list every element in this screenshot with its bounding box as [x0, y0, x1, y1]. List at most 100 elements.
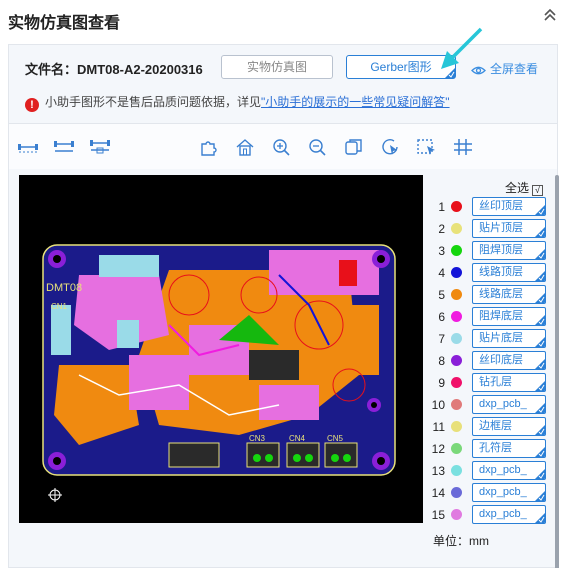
layer-toggle-button[interactable]: 线路顶层	[472, 263, 546, 282]
layer-list-scrollbar[interactable]	[555, 175, 559, 568]
gerber-button-label: Gerber图形	[370, 60, 432, 74]
page-title: 实物仿真图查看	[8, 15, 121, 32]
measure-horizontal-icon[interactable]	[17, 138, 39, 156]
layer-row: 7 贴片底层	[429, 329, 553, 349]
layer-toggle-button[interactable]: 丝印底层	[472, 351, 546, 370]
layer-name: 贴片底层	[479, 332, 523, 344]
layer-toggle-button[interactable]: dxp_pcb_	[472, 461, 546, 480]
layer-row: 1 丝印顶层	[429, 197, 553, 217]
layer-name: 阻焊底层	[479, 310, 523, 322]
select-all-checkbox[interactable]: √	[532, 185, 543, 196]
layer-number: 1	[438, 200, 445, 214]
checked-corner-icon	[535, 249, 545, 259]
layer-toggle-button[interactable]: 线路底层	[472, 285, 546, 304]
layer-color-swatch	[451, 333, 462, 344]
unit-label: 单位：mm	[433, 534, 489, 548]
layer-color-swatch	[451, 465, 462, 476]
layer-name: 边框层	[479, 420, 512, 432]
viewer-panel: 文件名：DMT08-A2-20200316 实物仿真图 Gerber图形 全屏查…	[8, 27, 559, 568]
layer-color-swatch	[451, 311, 462, 322]
checked-corner-icon	[535, 491, 545, 501]
notice: ! 小助手图形不是售后品质问题依据，详见"小助手的展示的一些常见疑问解答"	[25, 93, 450, 112]
grid-icon[interactable]	[452, 138, 474, 156]
layer-row: 4 线路顶层	[429, 263, 553, 283]
layer-name: 丝印底层	[479, 354, 523, 366]
layer-row: 9 钻孔层	[429, 373, 553, 393]
layer-toggle-button[interactable]: 贴片底层	[472, 329, 546, 348]
zoom-out-icon[interactable]	[307, 138, 329, 156]
layer-number: 4	[438, 266, 445, 280]
layer-toggle-button[interactable]: 阻焊底层	[472, 307, 546, 326]
layer-toggle-button[interactable]: 丝印顶层	[472, 197, 546, 216]
checked-corner-icon	[535, 403, 545, 413]
layer-row: 2 贴片顶层	[429, 219, 553, 239]
home-icon[interactable]	[234, 138, 256, 156]
layer-row: 11 边框层	[429, 417, 553, 437]
layer-name: 阻焊顶层	[479, 244, 523, 256]
select-area-icon[interactable]	[416, 138, 438, 156]
checked-corner-icon	[535, 425, 545, 435]
notice-text: 小助手图形不是售后品质问题依据，详见	[45, 95, 262, 109]
file-name-label: 文件名：DMT08-A2-20200316	[25, 59, 203, 78]
toolbar	[9, 123, 557, 169]
layer-name: 孔符层	[479, 442, 512, 454]
silk-label-cn1: CN1	[51, 302, 68, 311]
layer-number: 11	[432, 420, 445, 434]
layer-row: 10 dxp_pcb_	[429, 395, 553, 415]
select-all[interactable]: 全选 √	[505, 179, 543, 196]
layer-toggle-button[interactable]: 阻焊顶层	[472, 241, 546, 260]
measure-distance-icon[interactable]	[53, 138, 75, 156]
layer-toggle-button[interactable]: 钻孔层	[472, 373, 546, 392]
layer-name: dxp_pcb_	[479, 486, 527, 498]
puzzle-icon[interactable]	[198, 138, 220, 156]
measure-span-icon[interactable]	[89, 138, 111, 156]
rotate-cursor-icon[interactable]	[380, 138, 402, 156]
layer-color-swatch	[451, 377, 462, 388]
double-chevron-up-icon[interactable]	[543, 8, 557, 22]
layer-name: 贴片顶层	[479, 222, 523, 234]
layer-color-swatch	[451, 201, 462, 212]
layer-number: 8	[438, 354, 445, 368]
fullscreen-label: 全屏查看	[490, 62, 539, 76]
layer-toggle-button[interactable]: dxp_pcb_	[472, 483, 546, 502]
layer-color-swatch	[451, 267, 462, 278]
layer-number: 7	[438, 332, 445, 346]
checked-corner-icon	[535, 359, 545, 369]
gerber-view-button[interactable]: Gerber图形	[346, 55, 456, 79]
zoom-in-icon[interactable]	[271, 138, 293, 156]
layers-copy-icon[interactable]	[343, 138, 365, 156]
checked-corner-icon	[535, 513, 545, 523]
layer-toggle-button[interactable]: dxp_pcb_	[472, 505, 546, 524]
layer-number: 13	[431, 464, 445, 478]
checked-corner-icon	[535, 337, 545, 347]
layer-name: dxp_pcb_	[479, 464, 527, 476]
layer-toggle-button[interactable]: 贴片顶层	[472, 219, 546, 238]
layer-color-swatch	[451, 443, 462, 454]
eye-icon	[471, 66, 486, 75]
fullscreen-link[interactable]: 全屏查看	[471, 60, 538, 77]
layer-number: 3	[438, 244, 445, 258]
file-name-prefix: 文件名：	[25, 62, 78, 77]
silk-label-cn3: CN3	[249, 434, 266, 443]
pcb-viewer-canvas[interactable]: DMT08 CN1 CN3 CN4 CN5	[19, 175, 423, 523]
layer-color-swatch	[451, 509, 462, 520]
checked-corner-icon	[535, 293, 545, 303]
checked-corner-icon	[535, 271, 545, 281]
checked-corner-icon	[535, 227, 545, 237]
checked-corner-icon	[535, 315, 545, 325]
silk-label-cn5: CN5	[327, 434, 344, 443]
layer-name: 线路顶层	[479, 266, 523, 278]
layer-number: 10	[431, 398, 445, 412]
layer-toggle-button[interactable]: dxp_pcb_	[472, 395, 546, 414]
layer-name: dxp_pcb_	[479, 508, 527, 520]
layer-list: 全选 √ 1 丝印顶层 2 贴片顶层 3 阻焊顶层 4 线路顶层 5 线路底层 6 阻焊底层 7 贴片底层 8…	[429, 175, 553, 551]
layer-color-swatch	[451, 245, 462, 256]
checked-corner-icon	[535, 447, 545, 457]
layer-toggle-button[interactable]: 边框层	[472, 417, 546, 436]
sim-view-button[interactable]: 实物仿真图	[221, 55, 333, 79]
layer-number: 14	[431, 486, 445, 500]
layer-toggle-button[interactable]: 孔符层	[472, 439, 546, 458]
faq-link[interactable]: "小助手的展示的一些常见疑问解答"	[261, 95, 450, 109]
layer-number: 12	[431, 442, 445, 456]
layer-color-swatch	[451, 223, 462, 234]
